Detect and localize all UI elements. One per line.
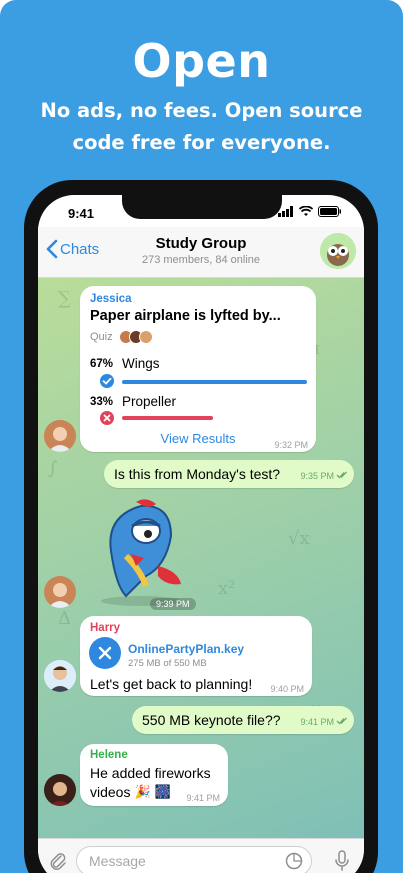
poll-type: Quiz [90, 331, 113, 343]
person-avatar-icon [44, 576, 76, 608]
message-sender: Helene [90, 749, 128, 761]
promo-banner: Open No ads, no fees. Open source code f… [0, 0, 403, 873]
close-icon [98, 646, 112, 660]
fish-sticker[interactable] [86, 496, 196, 606]
option-label: Propeller [122, 394, 177, 409]
background-doodle: ∫ [48, 458, 58, 479]
attach-icon[interactable] [48, 851, 68, 871]
phone-notch [122, 195, 282, 219]
status-icons [278, 206, 342, 217]
chat-subtitle: 273 members, 84 online [141, 254, 260, 266]
message-time: 9:32 PM [274, 440, 308, 450]
microphone-icon[interactable] [334, 850, 350, 872]
background-doodle: √x [288, 528, 310, 549]
cross-icon [100, 411, 114, 425]
incoming-message: Helene He added fireworks videos 🎉 🎆 9:4… [80, 744, 228, 806]
background-doodle: ∑ [58, 288, 71, 309]
phone-frame: 9:41 Chats Study Group 273 members, 84 o… [24, 180, 378, 873]
option-label: Wings [122, 356, 160, 371]
file-name[interactable]: OnlinePartyPlan.key [128, 642, 244, 656]
avatar-helene[interactable] [44, 774, 76, 806]
avatar-harry[interactable] [44, 660, 76, 692]
option-percent: 67% [90, 358, 114, 370]
message-sender: Harry [90, 622, 121, 634]
message-input-bar [38, 838, 364, 873]
owl-icon [320, 233, 356, 269]
poll-message: Jessica Paper airplane is lyfted by... Q… [80, 286, 316, 452]
cancel-download-button[interactable] [89, 637, 121, 669]
fish-sticker-icon [101, 499, 181, 606]
double-check-icon [336, 471, 347, 479]
message-field[interactable] [76, 846, 312, 873]
background-doodle: x² [218, 578, 236, 599]
outgoing-message: Is this from Monday's test? 9:35 PM [104, 460, 354, 488]
status-time: 9:41 [68, 206, 95, 221]
message-text-line2: videos 🎉 🎆 [90, 784, 171, 800]
option-bar-wrong [122, 416, 213, 420]
message-time: 9:35 PM [300, 471, 334, 481]
message-text: He added fireworks [90, 765, 211, 781]
message-text: videos [90, 784, 131, 800]
check-icon [100, 374, 114, 388]
background-doodle: Δ [58, 608, 71, 629]
message-time: 9:40 PM [270, 684, 304, 694]
message-input[interactable] [87, 852, 271, 870]
sticker-time: 9:39 PM [150, 598, 196, 610]
person-avatar-icon [44, 660, 76, 692]
party-popper-icon: 🎉 [134, 784, 151, 799]
file-progress: 275 MB of 550 MB [128, 658, 207, 669]
option-bar-correct [122, 380, 307, 384]
chat-header: Chats Study Group 273 members, 84 online [38, 227, 364, 278]
person-avatar-icon [44, 774, 76, 806]
sticker-icon[interactable] [285, 852, 303, 870]
message-time: 9:41 PM [186, 793, 220, 803]
poll-question: Paper airplane is lyfted by... [90, 308, 281, 324]
option-percent: 33% [90, 396, 114, 408]
double-check-icon [336, 717, 347, 725]
group-avatar[interactable] [320, 233, 356, 269]
message-time: 9:41 PM [300, 717, 334, 727]
promo-headline: Open [132, 34, 271, 88]
phone-screen: 9:41 Chats Study Group 273 members, 84 o… [38, 195, 364, 873]
chat-area[interactable]: ∑ π ∫ √x x² Δ ∞ Jessica Paper airplane i… [38, 278, 364, 839]
avatar-jessica[interactable] [44, 576, 76, 608]
battery-icon [318, 206, 341, 217]
message-text: 550 MB keynote file?? [142, 712, 281, 728]
message-text: Let's get back to planning! [90, 676, 253, 692]
avatar-jessica[interactable] [44, 420, 76, 452]
message-text: Is this from Monday's test? [114, 466, 281, 482]
fireworks-icon: 🎆 [154, 784, 171, 799]
outgoing-message: 550 MB keynote file?? 9:41 PM [132, 706, 354, 734]
file-message: Harry OnlinePartyPlan.key 275 MB of 550 … [80, 616, 312, 696]
voter-avatars [118, 330, 153, 344]
promo-subline: No ads, no fees. Open source code free f… [40, 99, 363, 154]
poll-sender: Jessica [90, 293, 132, 305]
person-avatar-icon [44, 420, 76, 452]
poll-type-row: Quiz [90, 330, 153, 344]
wifi-icon [299, 206, 313, 216]
chat-title[interactable]: Study Group [38, 235, 364, 252]
